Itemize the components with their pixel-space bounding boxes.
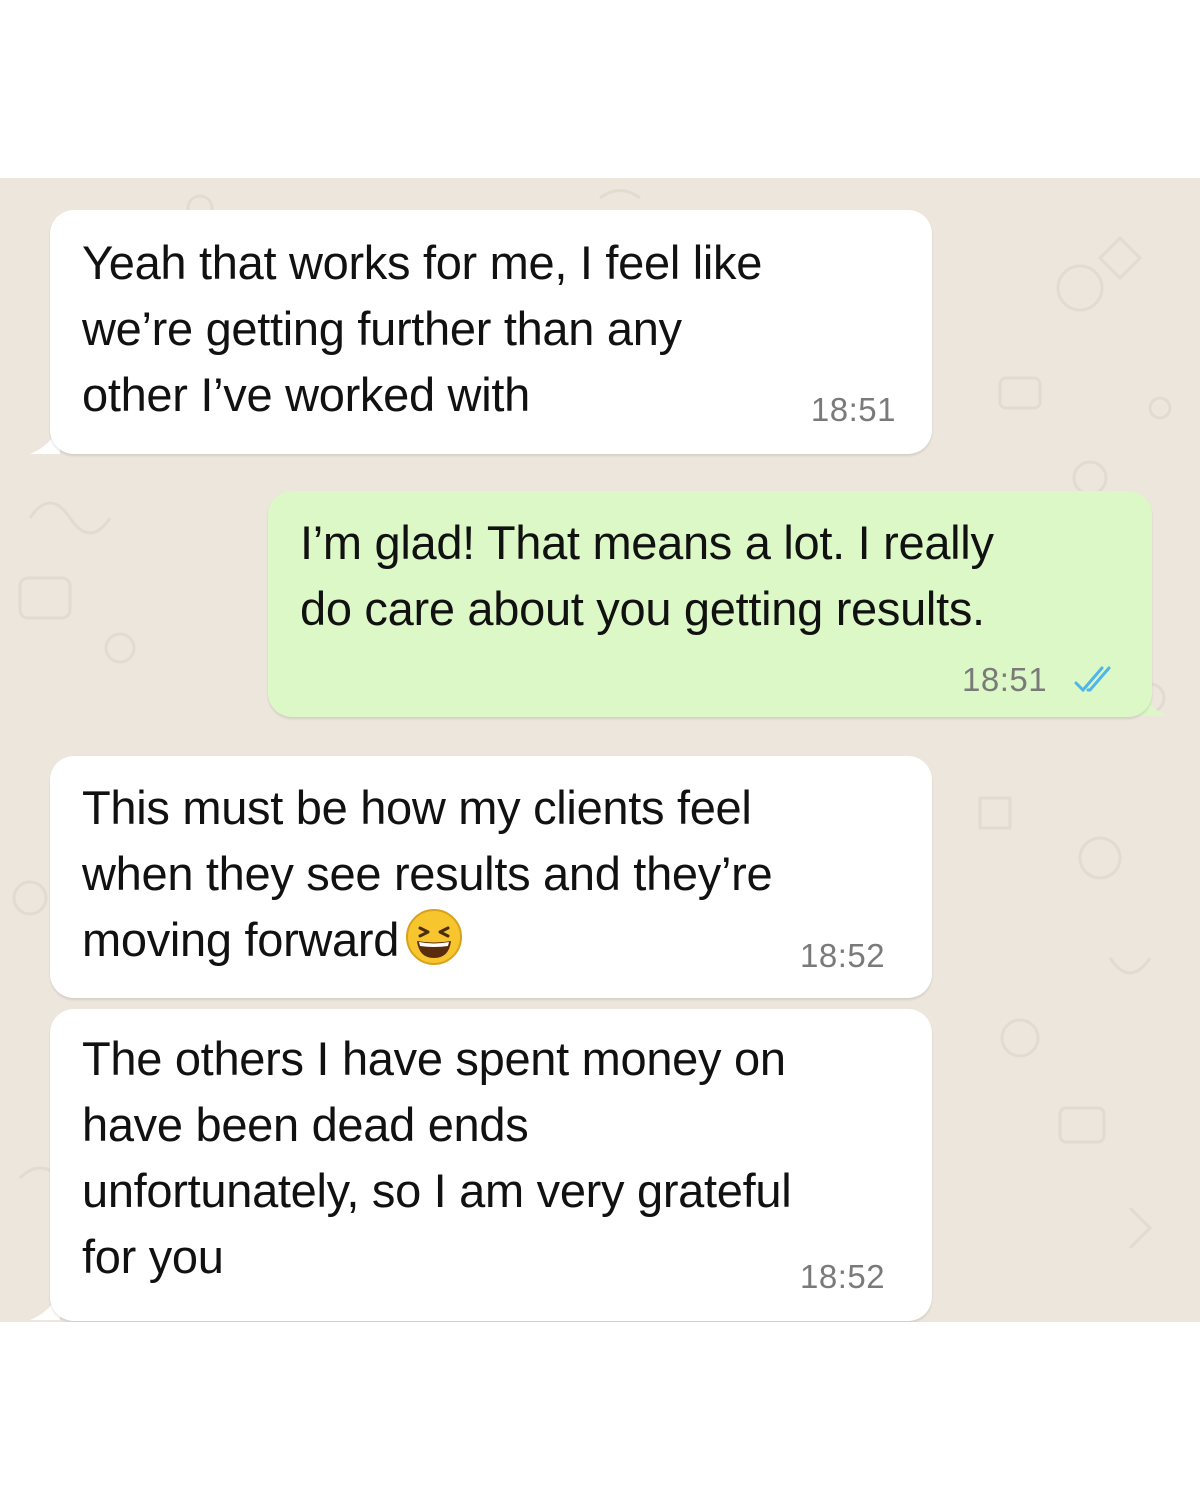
chat-conversation[interactable]: Yeah that works for me, I feel like we’r…: [0, 178, 1200, 1322]
message-timestamp: 18:52: [800, 1258, 886, 1295]
grinning-squinting-face-icon: [406, 909, 463, 965]
message-timestamp: 18:51: [810, 391, 896, 428]
incoming-message-bubble[interactable]: The others I have spent money on have be…: [50, 1009, 932, 1321]
message-text: This must be how my clients feel when th…: [82, 775, 773, 973]
message-text: The others I have spent money on have be…: [82, 1032, 792, 1283]
message-timestamp: 18:52: [800, 937, 886, 974]
message-timestamp: 18:51: [962, 661, 1048, 698]
incoming-message-bubble[interactable]: Yeah that works for me, I feel like we’r…: [50, 210, 932, 454]
outgoing-message-bubble[interactable]: I’m glad! That means a lot. I really do …: [268, 491, 1152, 717]
screenshot-frame: Yeah that works for me, I feel like we’r…: [0, 0, 1200, 1500]
double-check-icon: [1074, 666, 1111, 693]
incoming-message-bubble[interactable]: This must be how my clients feel when th…: [50, 756, 932, 998]
message-text: I’m glad! That means a lot. I really do …: [300, 516, 994, 635]
message-text: Yeah that works for me, I feel like we’r…: [82, 236, 763, 421]
